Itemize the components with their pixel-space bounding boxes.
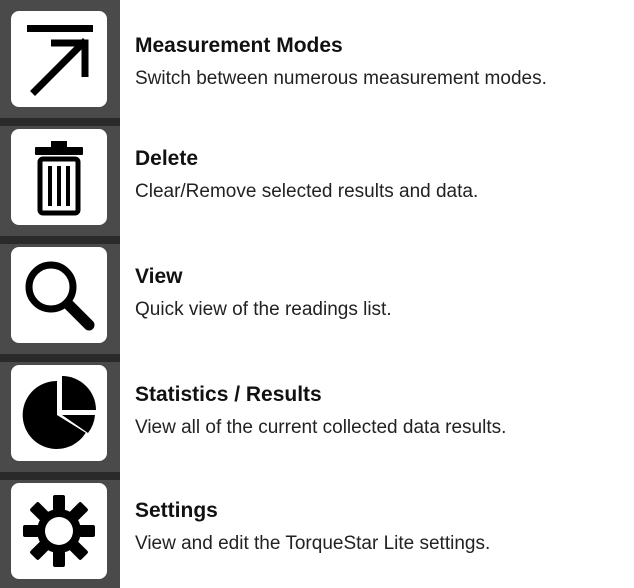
- sidebar-divider: [0, 236, 120, 244]
- entry-title: View: [135, 265, 183, 288]
- gear-icon: [23, 495, 95, 567]
- settings-entry: Settings View and edit the TorqueStar Li…: [135, 498, 630, 556]
- view-button[interactable]: [11, 247, 107, 343]
- trash-icon: [35, 141, 83, 216]
- measurement-modes-entry: Measurement Modes Switch between numerou…: [135, 33, 630, 91]
- entry-description: View all of the current collected data r…: [135, 417, 507, 438]
- sidebar-divider: [0, 354, 120, 362]
- sidebar-divider: [0, 472, 120, 480]
- pie-chart-icon: [22, 376, 96, 449]
- entry-description: Switch between numerous measurement mode…: [135, 68, 547, 89]
- entry-title: Settings: [135, 499, 218, 522]
- statistics-results-button[interactable]: [11, 365, 107, 461]
- entry-description: View and edit the TorqueStar Lite settin…: [135, 533, 491, 554]
- icon-sidebar: [0, 0, 120, 588]
- entry-description: Quick view of the readings list.: [135, 299, 392, 320]
- entry-title: Measurement Modes: [135, 34, 343, 57]
- entry-title: Statistics / Results: [135, 383, 322, 406]
- settings-button[interactable]: [11, 483, 107, 579]
- measurement-modes-button[interactable]: [11, 11, 107, 107]
- statistics-results-entry: Statistics / Results View all of the cur…: [135, 382, 630, 440]
- delete-entry: Delete Clear/Remove selected results and…: [135, 146, 630, 204]
- entry-description: Clear/Remove selected results and data.: [135, 181, 479, 202]
- delete-button[interactable]: [11, 129, 107, 225]
- sidebar-divider: [0, 118, 120, 126]
- magnifier-icon: [25, 261, 95, 331]
- measurement-modes-icon: [27, 25, 93, 96]
- view-entry: View Quick view of the readings list.: [135, 264, 630, 322]
- entry-title: Delete: [135, 147, 199, 170]
